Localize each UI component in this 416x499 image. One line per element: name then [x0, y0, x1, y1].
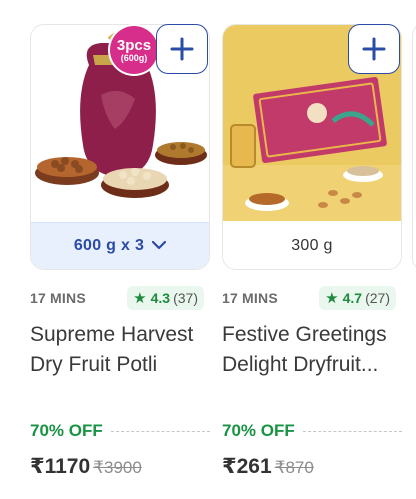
meta-row: 17 MINS ★ 4.7 (27)	[222, 286, 402, 310]
discount-label: 70% OFF	[30, 421, 103, 440]
rating-count: (37)	[173, 290, 198, 306]
rating-badge: ★ 4.3 (37)	[127, 286, 204, 310]
next-card-image-edge	[412, 24, 416, 270]
rating-value: 4.3	[150, 290, 171, 306]
product-title[interactable]: Festive Greetings Delight Dryfruit...	[222, 320, 408, 380]
variant-label: 300 g	[291, 237, 333, 254]
price-row: ₹1170 ₹3900	[30, 454, 142, 479]
delivery-time: 17 MINS	[30, 290, 86, 306]
rating-count: (27)	[365, 290, 390, 306]
rating-value: 4.7	[342, 290, 363, 306]
selling-price: ₹261	[222, 455, 272, 478]
product-title[interactable]: Supreme Harvest Dry Fruit Potli	[30, 320, 216, 380]
variant-selector[interactable]: 600 g x 3	[31, 222, 209, 269]
price-row: ₹261 ₹870	[222, 454, 314, 479]
chevron-down-icon	[152, 237, 167, 255]
star-icon: ★	[325, 290, 339, 307]
plus-icon	[362, 37, 386, 61]
meta-row: 17 MINS ★ 4.3 (37)	[30, 286, 210, 310]
original-price: ₹3900	[93, 458, 142, 477]
offer-row: 70% OFF	[222, 420, 402, 442]
divider	[302, 430, 402, 432]
plus-icon	[170, 37, 194, 61]
original-price: ₹870	[274, 458, 314, 477]
pack-size-badge: 3pcs (600g)	[110, 26, 158, 74]
variant-label-bar: 300 g	[223, 223, 401, 269]
divider	[110, 430, 210, 432]
add-button[interactable]	[156, 24, 208, 74]
add-button[interactable]	[348, 24, 400, 74]
delivery-time: 17 MINS	[222, 290, 278, 306]
pack-count: 3pcs	[116, 36, 152, 54]
selling-price: ₹1170	[30, 455, 91, 478]
discount-label: 70% OFF	[222, 421, 295, 440]
rating-badge: ★ 4.7 (27)	[319, 286, 396, 310]
variant-label: 600 g x 3	[73, 237, 145, 254]
offer-row: 70% OFF	[30, 420, 210, 442]
star-icon: ★	[133, 290, 147, 307]
pack-weight: (600g)	[120, 52, 148, 63]
